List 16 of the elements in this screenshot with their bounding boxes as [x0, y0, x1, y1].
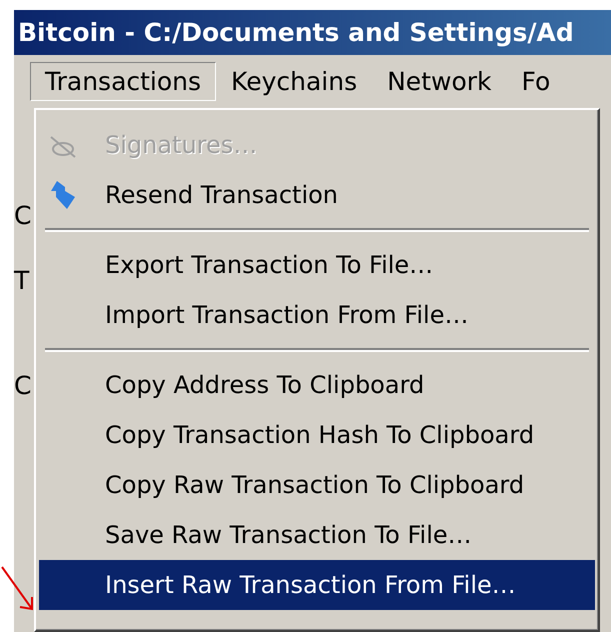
menu-item[interactable]: Resend Transaction: [39, 170, 595, 220]
window-title: Bitcoin - C:/Documents and Settings/Ad: [14, 10, 611, 55]
menu-bar-item[interactable]: Transactions: [30, 62, 216, 101]
menu-item[interactable]: Copy Raw Transaction To Clipboard: [39, 460, 595, 510]
background-text: C: [14, 373, 32, 398]
menu-item[interactable]: Copy Transaction Hash To Clipboard: [39, 410, 595, 460]
menu-bar-item[interactable]: Network: [372, 62, 506, 101]
menu-item[interactable]: Save Raw Transaction To File…: [39, 510, 595, 560]
menu-bar-item[interactable]: Keychains: [216, 62, 372, 101]
menu-item[interactable]: Insert Raw Transaction From File…: [39, 560, 595, 610]
menu-item[interactable]: Copy Address To Clipboard: [39, 360, 595, 410]
menu-item[interactable]: Export Transaction To File…: [39, 240, 595, 290]
background-text: C: [14, 203, 32, 228]
menu-bar-item[interactable]: Fo: [506, 62, 566, 101]
menu-item[interactable]: Import Transaction From File…: [39, 290, 595, 340]
background-text: T: [14, 268, 30, 293]
